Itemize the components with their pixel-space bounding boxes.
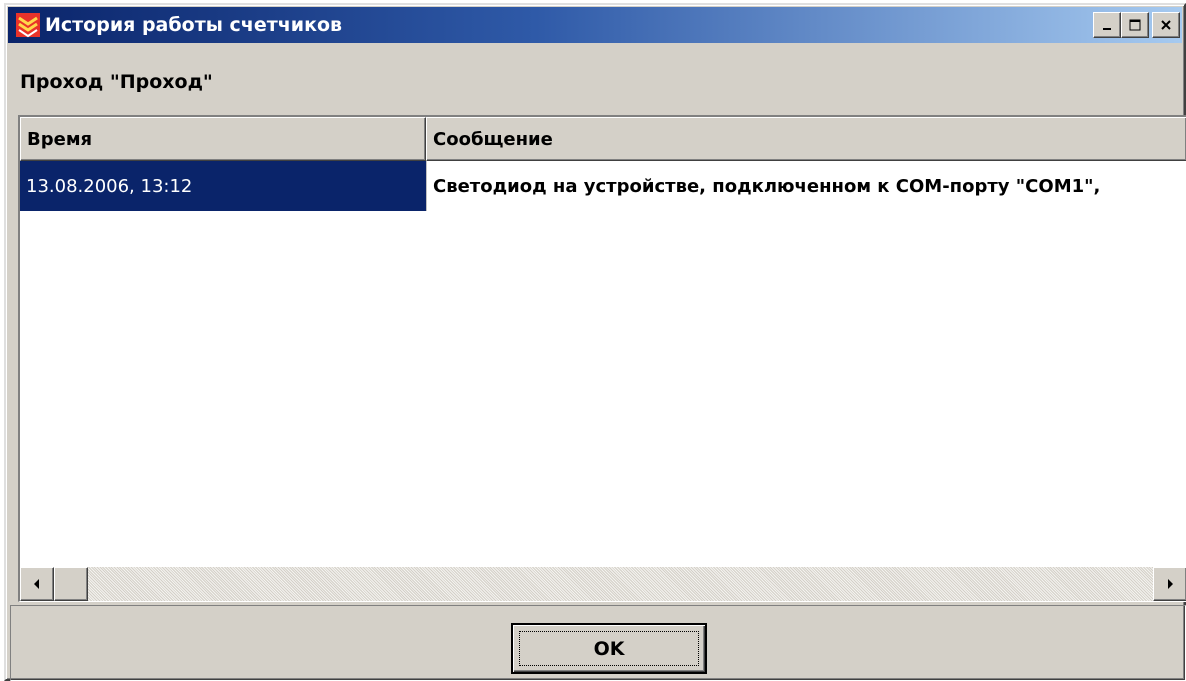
ok-button[interactable]: OK (511, 623, 707, 674)
cell-time[interactable]: 13.08.2006, 13:12 (20, 161, 426, 211)
arrow-left-icon (34, 579, 39, 589)
title-bar[interactable]: История работы счетчиков (8, 7, 1182, 43)
column-header-message[interactable]: Сообщение (426, 117, 1186, 161)
history-table: Время Сообщение 13.08.2006, 13:12 Светод… (18, 115, 1186, 602)
maximize-button[interactable] (1121, 12, 1149, 38)
minimize-button[interactable] (1093, 12, 1121, 38)
scroll-right-button[interactable] (1153, 567, 1186, 601)
scroll-track[interactable] (88, 567, 1153, 601)
history-window: История работы счетчиков Проход "Проход"… (4, 3, 1186, 681)
window-controls (1093, 12, 1180, 38)
minimize-icon (1103, 28, 1111, 30)
cell-message[interactable]: Светодиод на устройстве, подключенном к … (426, 161, 1186, 211)
focus-rectangle (519, 631, 699, 666)
close-icon (1161, 20, 1171, 30)
column-header-time[interactable]: Время (20, 117, 426, 161)
table-row[interactable]: 13.08.2006, 13:12 Светодиод на устройств… (20, 161, 1186, 211)
scroll-thumb[interactable] (54, 567, 88, 601)
table-header: Время Сообщение (20, 117, 1186, 161)
maximize-icon (1129, 19, 1141, 31)
section-label: Проход "Проход" (20, 71, 213, 93)
window-title: История работы счетчиков (45, 14, 343, 36)
button-panel: OK (10, 605, 1186, 681)
close-button[interactable] (1152, 12, 1180, 38)
app-shield-icon (16, 13, 40, 38)
scroll-left-button[interactable] (20, 567, 54, 601)
arrow-right-icon (1168, 579, 1173, 589)
horizontal-scrollbar[interactable] (20, 567, 1186, 601)
